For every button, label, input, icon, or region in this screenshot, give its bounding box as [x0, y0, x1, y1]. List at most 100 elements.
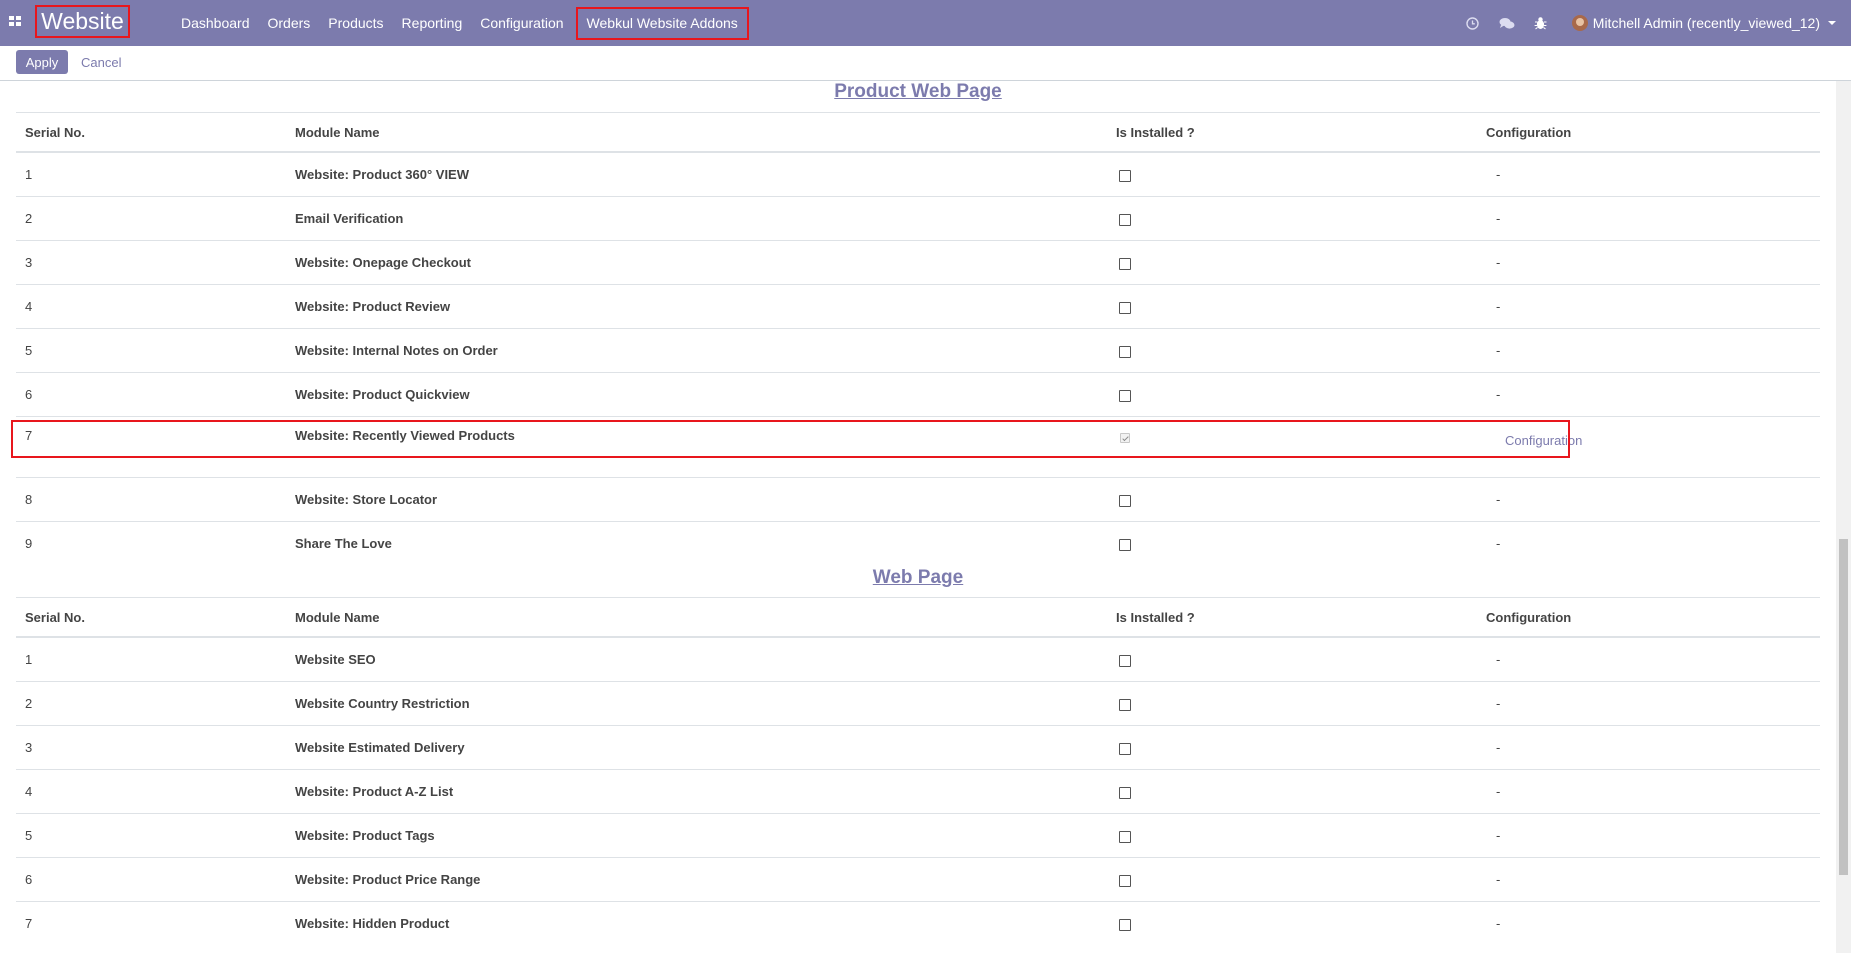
module-name-cell: Website Estimated Delivery	[286, 725, 1107, 770]
menu-dashboard[interactable]: Dashboard	[172, 15, 259, 31]
settings-content: Product Web Page Serial No. Module Name …	[0, 81, 1836, 953]
installed-checkbox[interactable]	[1119, 742, 1131, 755]
module-name-cell: Website: Product Review	[286, 284, 1107, 329]
menu-orders[interactable]: Orders	[259, 15, 320, 31]
configuration-cell: -	[1477, 196, 1820, 241]
serial-cell: 8	[16, 477, 286, 522]
apply-button[interactable]: Apply	[16, 50, 68, 74]
configuration-cell: -	[1477, 681, 1820, 726]
config-placeholder: -	[1496, 255, 1501, 270]
installed-cell	[1107, 372, 1477, 417]
scrollbar-thumb[interactable]	[1839, 539, 1848, 875]
main-menu: Dashboard Orders Products Reporting Conf…	[172, 0, 749, 46]
installed-cell	[1107, 636, 1477, 682]
module-name-cell: Website: Hidden Product	[286, 901, 1107, 945]
installed-cell	[1107, 813, 1477, 858]
installed-checkbox[interactable]	[1119, 169, 1131, 182]
configuration-cell: Configuration	[1477, 416, 1820, 478]
config-placeholder: -	[1496, 299, 1501, 314]
table-row: 5 Website: Internal Notes on Order -	[16, 328, 1820, 373]
config-placeholder: -	[1496, 916, 1501, 931]
configuration-cell: -	[1477, 725, 1820, 770]
serial-cell: 3	[16, 240, 286, 285]
installed-checkbox-checked[interactable]	[1120, 432, 1130, 443]
header-serial: Serial No.	[16, 112, 286, 153]
table-row: 4 Website: Product A-Z List -	[16, 769, 1820, 814]
module-name-cell: Website: Store Locator	[286, 477, 1107, 522]
installed-checkbox[interactable]	[1119, 494, 1131, 507]
header-configuration: Configuration	[1477, 597, 1820, 638]
module-name-cell: Website: Onepage Checkout	[286, 240, 1107, 285]
config-placeholder: -	[1496, 652, 1501, 667]
table-row: 5 Website: Product Tags -	[16, 813, 1820, 858]
web-page-table: Serial No. Module Name Is Installed ? Co…	[16, 597, 1820, 945]
menu-configuration[interactable]: Configuration	[471, 15, 572, 31]
serial-cell: 6	[16, 857, 286, 902]
header-serial: Serial No.	[16, 597, 286, 638]
installed-cell	[1107, 151, 1477, 197]
installed-checkbox[interactable]	[1119, 918, 1131, 931]
header-module-name: Module Name	[286, 112, 1107, 153]
installed-checkbox[interactable]	[1119, 538, 1131, 551]
brand-highlight: Website	[35, 5, 130, 38]
serial-cell: 7	[16, 416, 286, 478]
table-row: 2 Website Country Restriction -	[16, 681, 1820, 726]
menu-products[interactable]: Products	[319, 15, 392, 31]
header-installed: Is Installed ?	[1107, 597, 1477, 638]
app-brand[interactable]: Website	[41, 8, 124, 35]
product-web-page-rows: 1 Website: Product 360° VIEW -2 Email Verif…	[16, 151, 1820, 565]
configuration-cell: -	[1477, 521, 1820, 565]
configuration-link[interactable]: Configuration	[1505, 433, 1582, 448]
table-header: Serial No. Module Name Is Installed ? Co…	[16, 597, 1820, 638]
configuration-cell: -	[1477, 372, 1820, 417]
config-placeholder: -	[1496, 167, 1501, 182]
serial-cell: 7	[16, 901, 286, 945]
user-menu[interactable]: Mitchell Admin (recently_viewed_12)	[1571, 15, 1836, 31]
cancel-button[interactable]: Cancel	[81, 50, 121, 74]
product-web-page-table: Serial No. Module Name Is Installed ? Co…	[16, 112, 1820, 565]
table-row: 7 Website: Hidden Product -	[16, 901, 1820, 945]
installed-cell	[1107, 240, 1477, 285]
installed-checkbox[interactable]	[1119, 874, 1131, 887]
installed-cell	[1107, 477, 1477, 522]
table-row: 1 Website: Product 360° VIEW -	[16, 151, 1820, 197]
configuration-cell: -	[1477, 857, 1820, 902]
section-title-web-page: Web Page	[872, 567, 964, 588]
clock-icon[interactable]	[1465, 15, 1481, 31]
installed-checkbox[interactable]	[1119, 345, 1131, 358]
installed-checkbox[interactable]	[1119, 301, 1131, 314]
serial-cell: 1	[16, 636, 286, 682]
chat-icon[interactable]	[1499, 15, 1515, 31]
web-page-rows: 1 Website SEO -2 Website Country Restrictio…	[16, 636, 1820, 945]
module-name-cell: Website: Product Quickview	[286, 372, 1107, 417]
module-name-cell: Website: Product Price Range	[286, 857, 1107, 902]
installed-checkbox[interactable]	[1119, 830, 1131, 843]
installed-cell	[1107, 857, 1477, 902]
avatar	[1571, 15, 1588, 31]
apps-menu-icon[interactable]	[9, 16, 22, 27]
installed-checkbox[interactable]	[1119, 389, 1131, 402]
configuration-cell: -	[1477, 813, 1820, 858]
installed-cell	[1107, 416, 1477, 478]
table-header: Serial No. Module Name Is Installed ? Co…	[16, 112, 1820, 153]
installed-checkbox[interactable]	[1119, 654, 1131, 667]
header-installed: Is Installed ?	[1107, 112, 1477, 153]
installed-cell	[1107, 769, 1477, 814]
installed-cell	[1107, 725, 1477, 770]
menu-webkul-website-addons[interactable]: Webkul Website Addons	[575, 6, 749, 40]
installed-checkbox[interactable]	[1119, 698, 1131, 711]
config-placeholder: -	[1496, 740, 1501, 755]
installed-checkbox[interactable]	[1119, 786, 1131, 799]
table-row: 9 Share The Love -	[16, 521, 1820, 565]
installed-checkbox[interactable]	[1119, 257, 1131, 270]
installed-cell	[1107, 681, 1477, 726]
installed-checkbox[interactable]	[1119, 213, 1131, 226]
table-row: 3 Website: Onepage Checkout -	[16, 240, 1820, 285]
bug-icon[interactable]	[1533, 15, 1549, 31]
table-row: 8 Website: Store Locator -	[16, 477, 1820, 522]
config-placeholder: -	[1496, 872, 1501, 887]
vertical-scrollbar[interactable]	[1836, 81, 1851, 953]
menu-reporting[interactable]: Reporting	[393, 15, 472, 31]
serial-cell: 2	[16, 196, 286, 241]
configuration-cell: -	[1477, 151, 1820, 197]
